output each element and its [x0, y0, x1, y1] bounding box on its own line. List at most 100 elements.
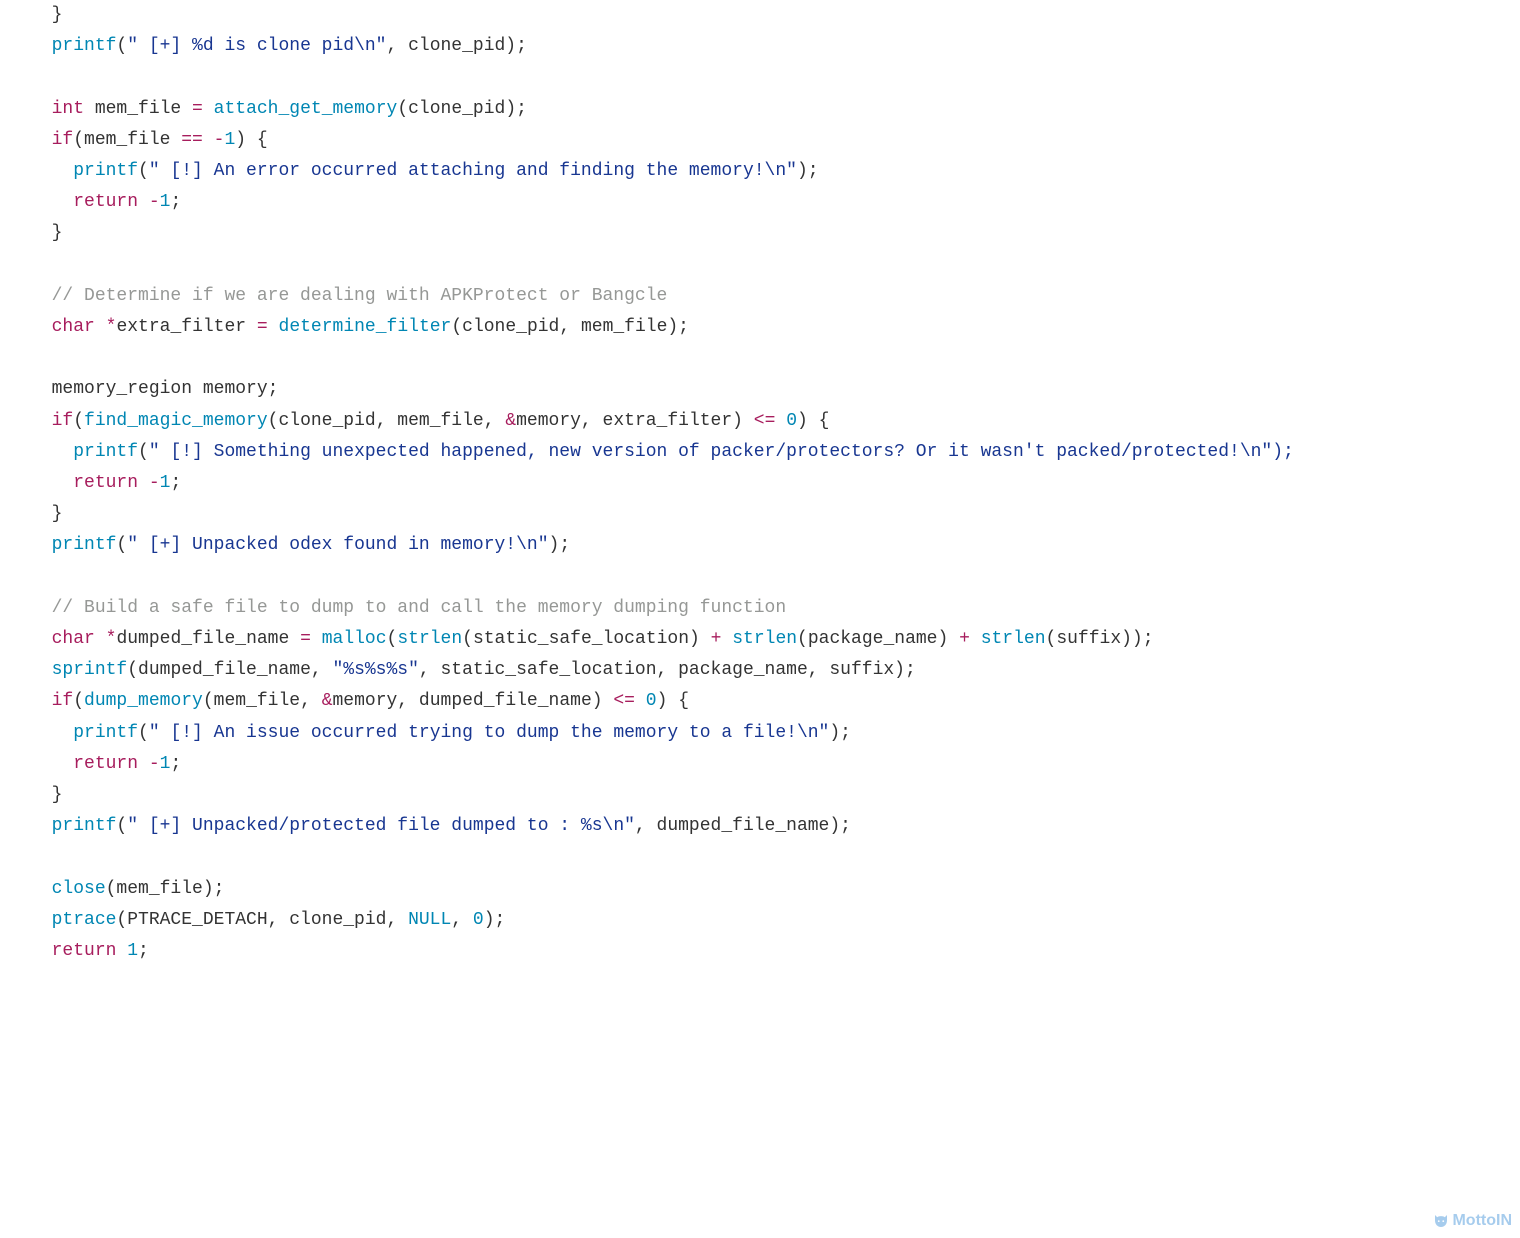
code-token: // Build a safe file to dump to and call… — [52, 598, 787, 618]
code-line: return 1; — [30, 941, 149, 961]
code-token: ) { — [657, 691, 689, 711]
code-line: close(mem_file); — [30, 879, 224, 899]
code-token: } — [52, 223, 63, 243]
code-token: ); — [829, 723, 851, 743]
code-token: if — [52, 411, 74, 431]
code-token: <= — [754, 411, 776, 431]
code-token: ( — [138, 442, 149, 462]
code-line: int mem_file = attach_get_memory(clone_p… — [30, 99, 527, 119]
code-token — [138, 754, 149, 774]
code-token: == — [181, 130, 203, 150]
code-token: 0 — [473, 910, 484, 930]
code-token: - — [149, 473, 160, 493]
code-block: } printf(" [+] %d is clone pid\n", clone… — [0, 0, 1520, 967]
code-token: ; — [170, 473, 181, 493]
code-token: ( — [73, 411, 84, 431]
code-token: if — [52, 691, 74, 711]
code-token: 0 — [646, 691, 657, 711]
code-token: * — [106, 629, 117, 649]
code-token: ( — [116, 36, 127, 56]
code-token: ( — [73, 691, 84, 711]
code-line: printf(" [!] An issue occurred trying to… — [30, 723, 851, 743]
code-token: & — [505, 411, 516, 431]
code-token: (clone_pid, mem_file); — [451, 317, 689, 337]
code-line: printf(" [+] Unpacked/protected file dum… — [30, 816, 851, 836]
code-token: ( — [138, 161, 149, 181]
code-token: & — [322, 691, 333, 711]
code-token: ); — [549, 535, 571, 555]
code-token: " [+] Unpacked/protected file dumped to … — [127, 816, 635, 836]
code-token: malloc — [322, 629, 387, 649]
code-token: " [!] An issue occurred trying to dump t… — [149, 723, 830, 743]
code-line: return -1; — [30, 192, 181, 212]
code-token: sprintf — [52, 660, 128, 680]
code-line: // Determine if we are dealing with APKP… — [30, 286, 667, 306]
code-token: <= — [613, 691, 635, 711]
code-token: printf — [73, 723, 138, 743]
code-line: return -1; — [30, 754, 181, 774]
code-token — [721, 629, 732, 649]
code-token: int — [52, 99, 84, 119]
code-token: (suffix)); — [1046, 629, 1154, 649]
code-token: = — [300, 629, 311, 649]
code-token: ( — [387, 629, 398, 649]
code-token: " [+] Unpacked odex found in memory!\n" — [127, 535, 548, 555]
code-token — [635, 691, 646, 711]
code-token: - — [149, 754, 160, 774]
code-token: - — [214, 130, 225, 150]
code-token — [203, 99, 214, 119]
code-token: ( — [116, 535, 127, 555]
code-token: (clone_pid, mem_file, — [268, 411, 506, 431]
code-line: } — [30, 785, 62, 805]
code-token: } — [52, 504, 63, 524]
code-token: ); — [797, 161, 819, 181]
code-token: } — [52, 5, 63, 25]
code-token: close — [52, 879, 106, 899]
code-token: attach_get_memory — [214, 99, 398, 119]
code-line: } — [30, 223, 62, 243]
code-token: = — [257, 317, 268, 337]
code-token: 1 — [160, 473, 171, 493]
code-line: return -1; — [30, 473, 181, 493]
code-token: (clone_pid); — [397, 99, 527, 119]
code-token: char — [52, 629, 95, 649]
code-token — [95, 317, 106, 337]
code-token: memory_region memory; — [52, 379, 279, 399]
code-token — [95, 629, 106, 649]
code-token — [138, 473, 149, 493]
code-token: "%s%s%s" — [332, 660, 418, 680]
code-token: ) { — [235, 130, 267, 150]
code-token: return — [73, 473, 138, 493]
code-line: } — [30, 504, 62, 524]
code-token: dumped_file_name — [116, 629, 300, 649]
code-token: ptrace — [52, 910, 117, 930]
watermark-text: MottoIN — [1452, 1212, 1512, 1230]
code-token: printf — [73, 442, 138, 462]
code-token: char — [52, 317, 95, 337]
code-token: find_magic_memory — [84, 411, 268, 431]
code-line: memory_region memory; — [30, 379, 278, 399]
code-token: " [!] An error occurred attaching and fi… — [149, 161, 797, 181]
code-line: if(dump_memory(mem_file, &memory, dumped… — [30, 691, 689, 711]
code-token: ; — [138, 941, 149, 961]
code-token: memory, dumped_file_name) — [333, 691, 614, 711]
code-token: * — [106, 317, 117, 337]
code-token: printf — [52, 36, 117, 56]
code-line: sprintf(dumped_file_name, "%s%s%s", stat… — [30, 660, 916, 680]
code-token: (static_safe_location) — [462, 629, 710, 649]
code-line: ptrace(PTRACE_DETACH, clone_pid, NULL, 0… — [30, 910, 505, 930]
code-token: 0 — [786, 411, 797, 431]
code-token: if — [52, 130, 74, 150]
code-line: printf(" [+] %d is clone pid\n", clone_p… — [30, 36, 527, 56]
code-token: strlen — [732, 629, 797, 649]
code-token: NULL — [408, 910, 451, 930]
code-line: printf(" [!] An error occurred attaching… — [30, 161, 819, 181]
code-token: (mem_file, — [203, 691, 322, 711]
code-token: return — [52, 941, 117, 961]
code-token — [775, 411, 786, 431]
code-token: (mem_file — [73, 130, 181, 150]
code-token: (mem_file); — [106, 879, 225, 899]
code-token: " [!] Something unexpected happened, new… — [149, 442, 1294, 462]
code-token: (package_name) — [797, 629, 959, 649]
code-token: extra_filter — [116, 317, 256, 337]
